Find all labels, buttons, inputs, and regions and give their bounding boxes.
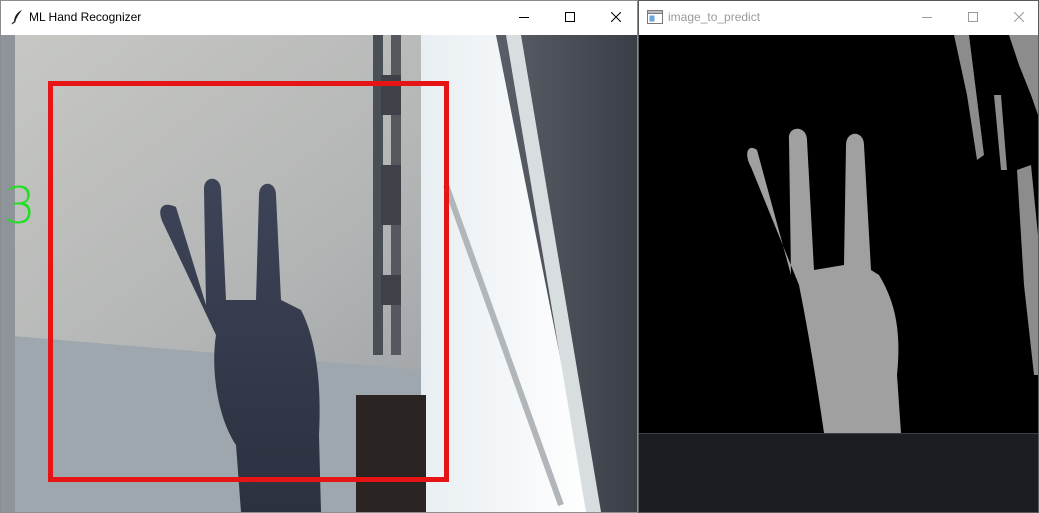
title-bar[interactable]: image_to_predict [639, 1, 1038, 34]
webcam-feed: 3 [1, 35, 637, 512]
image-to-predict-window: image_to_predict [638, 0, 1039, 513]
close-button[interactable] [996, 1, 1039, 33]
mask-image [747, 35, 1038, 433]
mask-view [639, 35, 1038, 512]
maximize-button[interactable] [950, 1, 996, 33]
window-app-icon [647, 9, 663, 25]
window-title: image_to_predict [668, 10, 761, 24]
title-bar[interactable]: ML Hand Recognizer [1, 1, 637, 34]
maximize-icon [565, 12, 575, 22]
maximize-icon [968, 12, 978, 22]
maximize-button[interactable] [547, 1, 593, 33]
minimize-button[interactable] [904, 1, 950, 33]
hand-recognizer-window: ML Hand Recognizer 3 [0, 0, 638, 513]
prediction-label: 3 [4, 177, 36, 235]
minimize-icon [922, 17, 932, 18]
close-button[interactable] [593, 1, 639, 33]
close-icon [1014, 12, 1024, 22]
window-title: ML Hand Recognizer [29, 10, 142, 24]
minimize-button[interactable] [501, 1, 547, 33]
close-icon [611, 12, 621, 22]
minimize-icon [519, 17, 529, 18]
roi-box [48, 81, 449, 482]
bottom-strip [639, 433, 1038, 512]
feather-icon [10, 9, 26, 25]
